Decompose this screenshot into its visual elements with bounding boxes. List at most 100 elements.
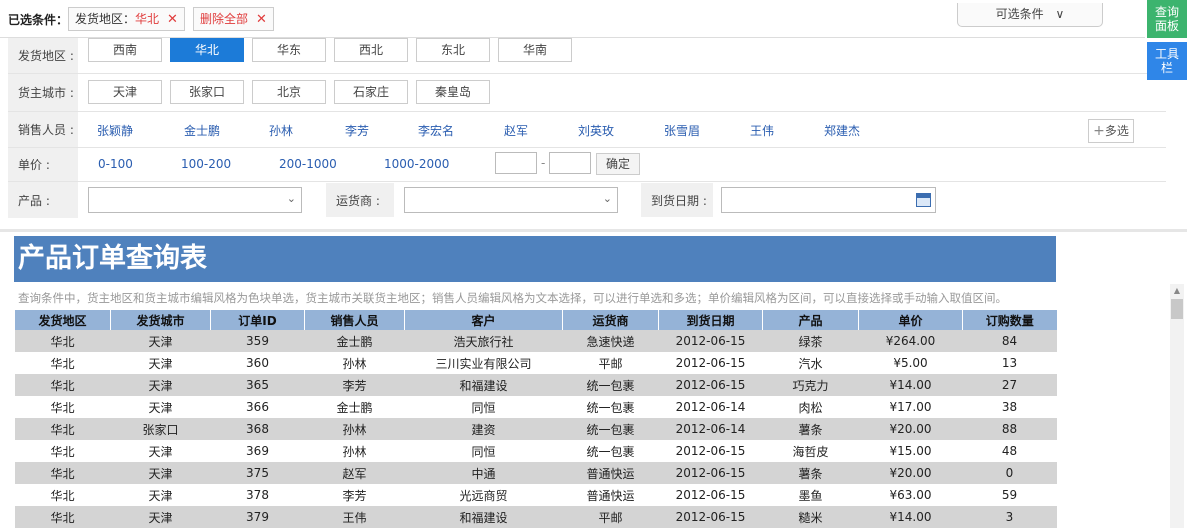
sales-option[interactable]: 郑建杰 (824, 122, 860, 139)
price-range-dash: - (541, 156, 546, 170)
shipper-select[interactable]: ⌄ (404, 187, 618, 213)
table-cell: 2012-06-15 (658, 440, 763, 462)
sales-option[interactable]: 李宏名 (418, 122, 454, 139)
price-option[interactable]: 0-100 (98, 157, 133, 171)
city-option[interactable]: 秦皇岛 (416, 80, 490, 104)
sales-option[interactable]: 金士鹏 (184, 122, 220, 139)
city-option[interactable]: 天津 (88, 80, 162, 104)
price-confirm-button[interactable]: 确定 (596, 153, 640, 175)
table-row[interactable]: 华北 天津 369 孙林 同恒 统一包裹 2012-06-15 海哲皮 ¥15.00 48 (14, 440, 1057, 462)
table-cell: 赵军 (304, 462, 405, 484)
table-cell: 华北 (14, 352, 111, 374)
chevron-down-icon: ⌄ (602, 192, 612, 205)
table-cell: 华北 (14, 440, 111, 462)
table-cell: 2012-06-14 (658, 396, 763, 418)
query-panel-label: 查询面板 (1154, 5, 1179, 33)
table-cell: 378 (210, 484, 305, 506)
table-cell: 和福建设 (404, 374, 563, 396)
report-description: 查询条件中，货主地区和货主城市编辑风格为色块单选，货主城市关联货主地区；销售人员… (18, 291, 1007, 305)
table-cell: 金士鹏 (304, 330, 405, 352)
table-cell: 2012-06-15 (658, 462, 763, 484)
table-cell: 孙林 (304, 418, 405, 440)
tag-region[interactable]: 发货地区：华北 ✕ (68, 7, 185, 31)
table-row[interactable]: 华北 天津 365 李芳 和福建设 统一包裹 2012-06-15 巧克力 ¥14.00 27 (14, 374, 1057, 396)
sales-option[interactable]: 刘英玫 (578, 122, 614, 139)
table-cell: 天津 (110, 440, 211, 462)
multi-select-button[interactable]: +多选 (1088, 119, 1134, 143)
chevron-down-icon: ∨ (1055, 7, 1065, 21)
table-cell: 孙林 (304, 352, 405, 374)
remove-all-label: 删除全部 (200, 12, 249, 26)
query-panel-button[interactable]: 查询面板 (1147, 0, 1187, 38)
table-row[interactable]: 华北 天津 378 李芳 光远商贸 普通快运 2012-06-15 墨鱼 ¥63.00 59 (14, 484, 1057, 506)
table-cell: 2012-06-15 (658, 352, 763, 374)
region-option[interactable]: 西南 (88, 38, 162, 62)
table-cell: 369 (210, 440, 305, 462)
table-cell: 汽水 (762, 352, 859, 374)
toolbar-button[interactable]: 工具栏 (1147, 42, 1187, 80)
table-row[interactable]: 华北 天津 360 孙林 三川实业有限公司 平邮 2012-06-15 汽水 ¥5.00 13 (14, 352, 1057, 374)
product-select[interactable]: ⌄ (88, 187, 302, 213)
region-option[interactable]: 华东 (252, 38, 326, 62)
sales-option[interactable]: 张雪眉 (664, 122, 700, 139)
remove-all-tag[interactable]: 删除全部 ✕ (193, 7, 274, 31)
table-cell: 天津 (110, 484, 211, 506)
sales-option[interactable]: 李芳 (345, 122, 369, 139)
region-option[interactable]: 西北 (334, 38, 408, 62)
sales-option[interactable]: 张颖静 (97, 122, 133, 139)
sales-option[interactable]: 王伟 (750, 122, 774, 139)
table-cell: 海哲皮 (762, 440, 859, 462)
table-cell: 巧克力 (762, 374, 859, 396)
table-cell: 同恒 (404, 440, 563, 462)
price-option[interactable]: 100-200 (181, 157, 231, 171)
table-cell: 孙林 (304, 440, 405, 462)
table-row[interactable]: 华北 张家口 368 孙林 建资 统一包裹 2012-06-14 薯条 ¥20.00 88 (14, 418, 1057, 440)
city-option[interactable]: 北京 (252, 80, 326, 104)
shipper-label: 运货商 : (326, 183, 394, 217)
table-cell: 统一包裹 (562, 440, 659, 462)
city-option[interactable]: 张家口 (170, 80, 244, 104)
table-row[interactable]: 华北 天津 379 王伟 和福建设 平邮 2012-06-15 糙米 ¥14.00 3 (14, 506, 1057, 528)
table-cell: ¥20.00 (858, 462, 963, 484)
sales-option[interactable]: 赵军 (504, 122, 528, 139)
table-cell: 建资 (404, 418, 563, 440)
price-option[interactable]: 1000-2000 (384, 157, 449, 171)
region-option-selected[interactable]: 华北 (170, 38, 244, 62)
table-row[interactable]: 华北 天津 375 赵军 中通 普通快运 2012-06-15 薯条 ¥20.00 0 (14, 462, 1057, 484)
close-icon[interactable]: ✕ (256, 12, 267, 27)
report-area: 产品订单查询表 查询条件中，货主地区和货主城市编辑风格为色块单选，货主城市关联货… (14, 236, 1057, 528)
optional-conditions-button[interactable]: 可选条件 ∨ (957, 3, 1103, 27)
sales-option[interactable]: 孙林 (269, 122, 293, 139)
app-root: 已选条件： 发货地区：华北 ✕ 删除全部 ✕ 可选条件 ∨ 发货地区 : 西南 华北… (0, 0, 1187, 528)
table-cell: 肉松 (762, 396, 859, 418)
table-cell: 84 (962, 330, 1057, 352)
column-header: 订购数量 (962, 310, 1057, 330)
table-cell: 绿茶 (762, 330, 859, 352)
table-cell: 急速快递 (562, 330, 659, 352)
table-cell: ¥15.00 (858, 440, 963, 462)
table-cell: 李芳 (304, 484, 405, 506)
region-option[interactable]: 华南 (498, 38, 572, 62)
region-option[interactable]: 东北 (416, 38, 490, 62)
scroll-thumb[interactable] (1171, 299, 1183, 319)
filter-row-sales: 销售人员 : 张颖静 金士鹏 孙林 李芳 李宏名 赵军 刘英玫 张雪眉 王伟 郑… (8, 112, 1166, 148)
table-cell: 59 (962, 484, 1057, 506)
city-option[interactable]: 石家庄 (334, 80, 408, 104)
table-body: 华北 天津 359 金士鹏 浩天旅行社 急速快递 2012-06-15 绿茶 ¥264.00 84… (14, 330, 1057, 528)
column-header: 客户 (404, 310, 563, 330)
calendar-icon[interactable] (916, 193, 931, 207)
close-icon[interactable]: ✕ (167, 12, 178, 27)
filter-row-price: 单价 : 0-100 100-200 200-1000 1000-2000 - … (8, 148, 1166, 182)
arrive-date-input[interactable] (721, 187, 936, 213)
table-cell: 和福建设 (404, 506, 563, 528)
table-cell: 平邮 (562, 352, 659, 374)
table-row[interactable]: 华北 天津 366 金士鹏 同恒 统一包裹 2012-06-14 肉松 ¥17.00 38 (14, 396, 1057, 418)
price-max-input[interactable] (549, 152, 591, 174)
price-min-input[interactable] (495, 152, 537, 174)
tag-region-label: 发货地区： (75, 12, 136, 26)
price-option[interactable]: 200-1000 (279, 157, 337, 171)
vertical-scrollbar[interactable]: ▲ (1170, 284, 1184, 528)
scroll-up-icon[interactable]: ▲ (1170, 284, 1184, 298)
table-row[interactable]: 华北 天津 359 金士鹏 浩天旅行社 急速快递 2012-06-15 绿茶 ¥264.00 84 (14, 330, 1057, 352)
table-cell: 浩天旅行社 (404, 330, 563, 352)
